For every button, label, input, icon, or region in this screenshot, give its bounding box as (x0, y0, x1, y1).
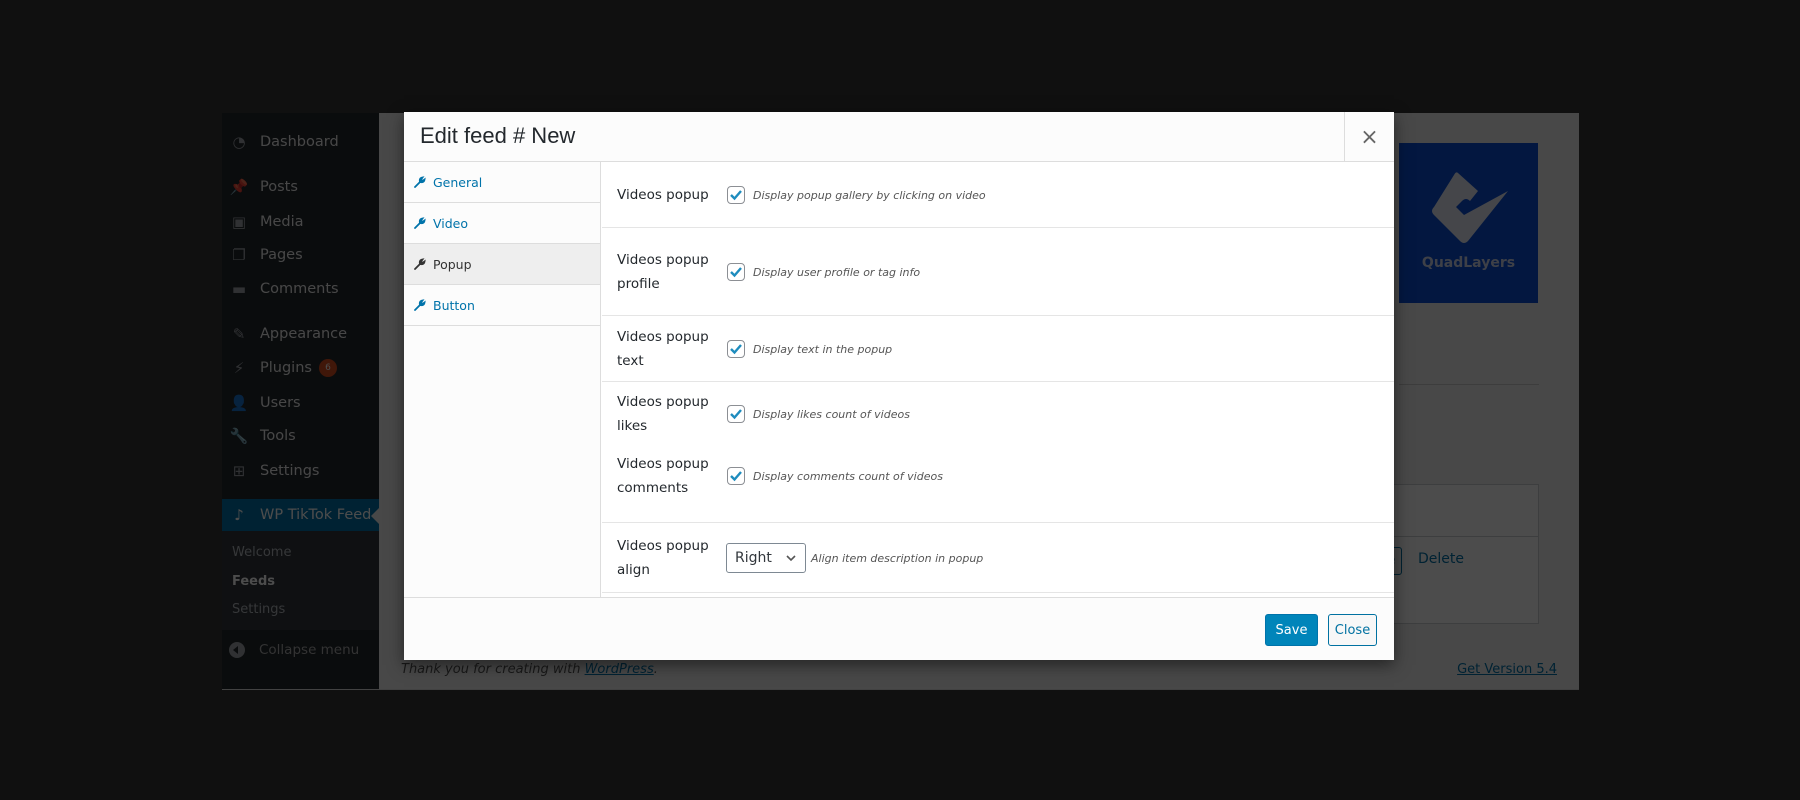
checkmark-icon (730, 409, 742, 420)
settings-row: Videos popup Display popup gallery by cl… (602, 162, 1394, 228)
videos-popup-profile-checkbox[interactable] (727, 263, 745, 281)
tab-popup[interactable]: Popup (404, 244, 600, 285)
checkmark-icon (730, 190, 742, 201)
videos-popup-comments-field: Videos popup comments Display comments c… (617, 456, 943, 496)
videos-popup-comments-checkbox[interactable] (727, 467, 745, 485)
wrench-icon (414, 217, 426, 229)
videos-popup-checkbox[interactable] (727, 186, 745, 204)
settings-row: Videos popup likes Display likes count o… (602, 382, 1394, 523)
tab-button[interactable]: Button (404, 285, 600, 326)
checkmark-icon (730, 344, 742, 355)
videos-popup-text-checkbox[interactable] (727, 340, 745, 358)
videos-popup-profile-field: Videos popup profile Display user profil… (617, 252, 921, 292)
wrench-icon (414, 299, 426, 311)
modal-tab-nav: General Video Popup Button (404, 162, 601, 597)
close-button[interactable]: Close (1328, 614, 1377, 646)
videos-popup-likes-checkbox[interactable] (727, 405, 745, 423)
settings-row: Videos popup align Right Align item desc… (602, 523, 1394, 593)
wrench-icon (414, 176, 426, 188)
checkmark-icon (730, 471, 742, 482)
videos-popup-text-field: Videos popup text Display text in the po… (617, 329, 893, 369)
settings-row: Videos popup text Display text in the po… (602, 316, 1394, 382)
videos-popup-likes-field: Videos popup likes Display likes count o… (617, 394, 910, 434)
videos-popup-field: Videos popup Display popup gallery by cl… (617, 186, 986, 204)
tab-general[interactable]: General (404, 162, 600, 203)
checkmark-icon (730, 267, 742, 278)
close-icon[interactable]: × (1344, 112, 1394, 162)
popup-settings-panel: Videos popup Display popup gallery by cl… (602, 162, 1394, 597)
save-button[interactable]: Save (1265, 614, 1318, 646)
chevron-down-icon (786, 555, 796, 562)
tab-video[interactable]: Video (404, 203, 600, 244)
settings-row: Videos popup profile Display user profil… (602, 228, 1394, 316)
screen: ◔ Dashboard 📌 Posts ▣ Media ❐ Pages ▬ Co… (0, 0, 1800, 800)
edit-feed-modal: Edit feed # New × General Video Popup Bu… (404, 112, 1394, 660)
modal-title: Edit feed # New (420, 123, 576, 148)
modal-header: Edit feed # New × (404, 112, 1394, 162)
videos-popup-align-select[interactable]: Right (726, 543, 806, 573)
modal-footer: Save Close (404, 597, 1394, 660)
videos-popup-align-field: Videos popup align Right Align item desc… (617, 538, 984, 578)
wrench-icon (414, 258, 426, 270)
